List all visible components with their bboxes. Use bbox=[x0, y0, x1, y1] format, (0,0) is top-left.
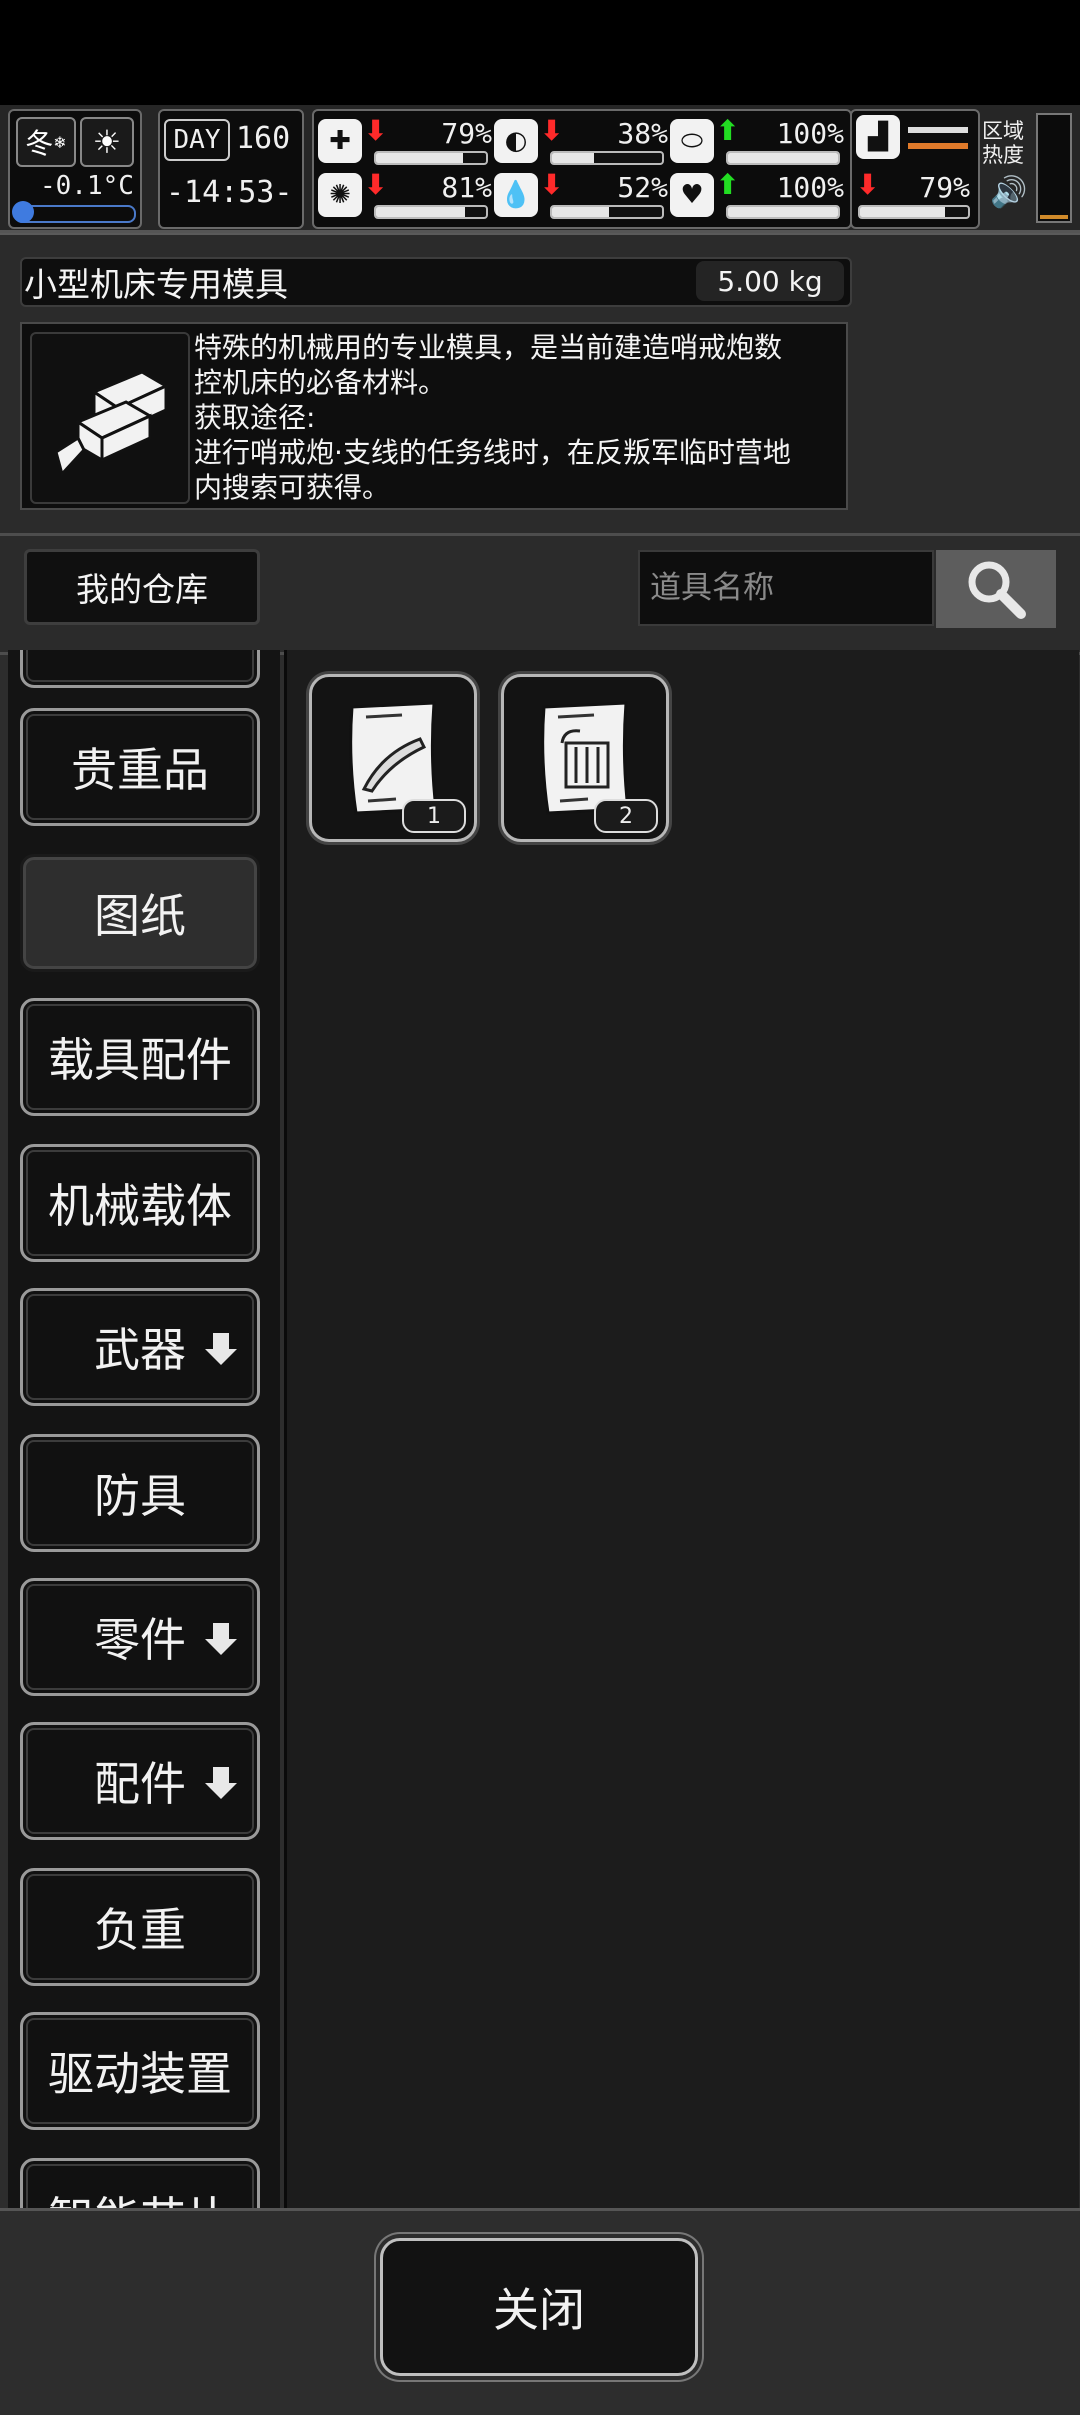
expand-arrow-icon bbox=[205, 1767, 237, 1799]
category-blueprints[interactable]: 图纸 bbox=[20, 854, 260, 972]
day-clock-panel: DAY 160 -14:53- bbox=[158, 109, 304, 229]
stat-value: 79% bbox=[919, 171, 970, 204]
stat-value: 100% bbox=[776, 117, 844, 150]
stat-bar bbox=[726, 151, 840, 165]
stat-bar bbox=[550, 151, 664, 165]
category-label: 驱动装置 bbox=[48, 2047, 232, 2101]
thirst-stat: 💧 ⬇ 52% bbox=[494, 171, 670, 221]
trend-up-icon: ⬆ bbox=[716, 114, 740, 147]
season-label: 冬 bbox=[25, 127, 54, 160]
zone-heat-meter bbox=[1036, 113, 1072, 223]
season-indicator: 冬 ❄ bbox=[16, 117, 76, 167]
weather-panel: 冬 ❄ ☀ -0.1°C bbox=[8, 109, 142, 229]
item-count-badge: 2 bbox=[594, 799, 658, 833]
category-label: 智能芯片 bbox=[48, 2183, 232, 2208]
day-number: 160 bbox=[236, 121, 291, 156]
trend-up-icon: ⬆ bbox=[716, 168, 740, 201]
temperature-gauge bbox=[12, 201, 136, 223]
trend-down-icon: ⬇ bbox=[364, 168, 388, 201]
category-vehicle-parts[interactable]: 载具配件 bbox=[20, 998, 260, 1116]
speaker-icon[interactable]: 🔊 bbox=[990, 175, 1027, 210]
hunger-stat: ◐ ⬇ 38% bbox=[494, 117, 670, 167]
heart-stat: ♥ ⬆ 100% bbox=[670, 171, 846, 221]
category-label: 配件 bbox=[94, 1757, 186, 1811]
brain-icon: ✺ bbox=[318, 173, 362, 217]
expand-arrow-icon bbox=[205, 1333, 237, 1365]
health-stat: ✚ ⬇ 79% bbox=[318, 117, 494, 167]
snowflake-icon: ❄ bbox=[53, 132, 67, 152]
heart-icon: ♥ bbox=[670, 173, 714, 217]
stat-bar bbox=[374, 205, 488, 219]
stat-value: 79% bbox=[441, 117, 492, 150]
category-smart-chip[interactable]: 智能芯片 bbox=[20, 2158, 260, 2208]
search-icon bbox=[968, 561, 1026, 619]
survival-hud: 冬 ❄ ☀ -0.1°C DAY 160 -14:53- ✚ ⬇ 79% ◐ ⬇… bbox=[0, 105, 1080, 233]
temperature-readout: -0.1°C bbox=[40, 171, 134, 201]
expand-arrow-icon bbox=[205, 1623, 237, 1655]
category-valuables[interactable]: 贵重品 bbox=[20, 708, 260, 826]
stat-bar bbox=[726, 205, 840, 219]
my-warehouse-button[interactable]: 我的仓库 bbox=[24, 549, 260, 625]
category-label: 机械载体 bbox=[48, 1179, 232, 1233]
category-components[interactable]: 零件 bbox=[20, 1578, 260, 1696]
item-icon-frame bbox=[30, 332, 190, 504]
day-label: DAY bbox=[164, 119, 230, 161]
item-count-badge: 1 bbox=[402, 799, 466, 833]
category-load[interactable]: 负重 bbox=[20, 1868, 260, 1986]
item-description: 特殊的机械用的专业模具，是当前建造哨戒炮数 控机床的必备材料。 获取途径: 进行… bbox=[194, 331, 791, 504]
category-label: 负重 bbox=[94, 1903, 186, 1957]
trend-down-icon: ⬇ bbox=[540, 168, 564, 201]
category-label: 载具配件 bbox=[48, 1033, 232, 1087]
stat-value: 81% bbox=[441, 171, 492, 204]
category-label: 贵重品 bbox=[71, 743, 209, 797]
stamina-panel: ▟ ⬇ 79% bbox=[850, 109, 980, 229]
trend-down-icon: ⬇ bbox=[364, 114, 388, 147]
stat-value: 38% bbox=[617, 117, 668, 150]
stat-bar bbox=[858, 205, 970, 219]
item-weight: 5.00 kg bbox=[696, 261, 844, 301]
trend-down-icon: ⬇ bbox=[540, 114, 564, 147]
category-mech-carrier[interactable]: 机械载体 bbox=[20, 1144, 260, 1262]
search-button[interactable] bbox=[936, 550, 1056, 628]
sanity-stat: ✺ ⬇ 81% bbox=[318, 171, 494, 221]
item-grid: 1 2 bbox=[284, 650, 1079, 2208]
foot-icon: ▟ bbox=[856, 115, 900, 159]
medicine-stat: ⬭ ⬆ 100% bbox=[670, 117, 846, 167]
stomach-icon: ◐ bbox=[494, 119, 538, 163]
item-slot[interactable]: 1 bbox=[309, 674, 477, 842]
pill-icon: ⬭ bbox=[670, 119, 714, 163]
category-partial-top[interactable] bbox=[20, 650, 260, 688]
sun-icon: ☀ bbox=[80, 117, 134, 167]
stat-value: 100% bbox=[776, 171, 844, 204]
close-button[interactable]: 关闭 bbox=[380, 2238, 698, 2376]
water-drop-icon: 💧 bbox=[494, 173, 538, 217]
stat-bar bbox=[374, 151, 488, 165]
category-drive-unit[interactable]: 驱动装置 bbox=[20, 2012, 260, 2130]
category-label: 防具 bbox=[94, 1469, 186, 1523]
category-list[interactable]: 贵重品 图纸 载具配件 机械载体 武器 防具 零件 配件 负重 驱动装置 智能芯… bbox=[8, 650, 280, 2208]
mold-parts-icon bbox=[54, 370, 170, 478]
system-status-bar bbox=[0, 0, 1080, 105]
vital-stats-panel: ✚ ⬇ 79% ◐ ⬇ 38% ⬭ ⬆ 100% ✺ ⬇ 81% 💧 ⬇ 52% bbox=[312, 109, 852, 229]
category-label: 图纸 bbox=[94, 889, 186, 943]
zone-heat-label: 区域热度 bbox=[982, 119, 1024, 167]
item-slot[interactable]: 2 bbox=[501, 674, 669, 842]
category-armor[interactable]: 防具 bbox=[20, 1434, 260, 1552]
medkit-icon: ✚ bbox=[318, 119, 362, 163]
game-clock: -14:53- bbox=[166, 175, 293, 210]
item-search-input[interactable] bbox=[638, 550, 934, 626]
category-label: 武器 bbox=[94, 1323, 186, 1377]
stat-bar bbox=[550, 205, 664, 219]
item-name: 小型机床专用模具 bbox=[24, 265, 288, 304]
category-weapons[interactable]: 武器 bbox=[20, 1288, 260, 1406]
stat-value: 52% bbox=[617, 171, 668, 204]
category-accessories[interactable]: 配件 bbox=[20, 1722, 260, 1840]
stamina-line-orange bbox=[908, 143, 968, 149]
category-label: 零件 bbox=[94, 1613, 186, 1667]
stamina-line-white bbox=[908, 127, 968, 133]
